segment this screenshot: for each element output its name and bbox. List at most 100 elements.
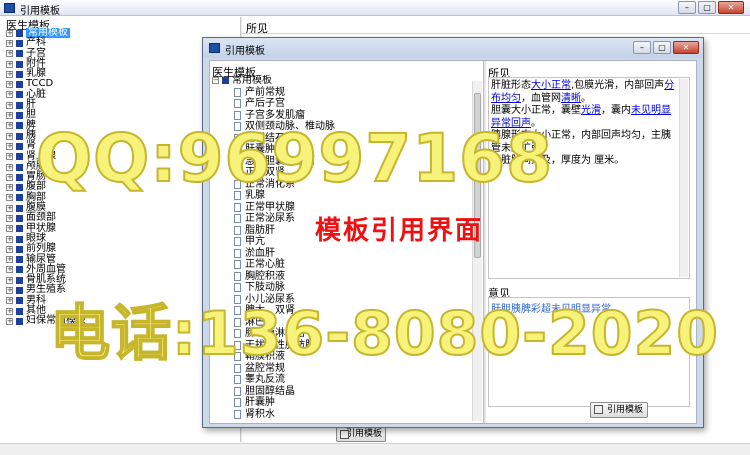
main-use-template-button[interactable]: 引用模板	[336, 427, 386, 442]
tree-item[interactable]: + 甲状腺	[6, 223, 86, 234]
expand-icon[interactable]: +	[6, 297, 13, 305]
collapse-icon[interactable]: −	[212, 77, 219, 85]
dialog-tree-item[interactable]: 睾丸反流	[212, 374, 470, 386]
book-icon	[16, 317, 23, 325]
dialog-tree-item[interactable]: 肾积水	[212, 409, 470, 421]
findings-text: 肝脏形态	[491, 80, 531, 91]
dialog-tree-item-label: 正常甲状腺	[245, 201, 295, 213]
expand-icon[interactable]: +	[6, 122, 13, 130]
book-icon	[16, 287, 23, 295]
dialog-title: 引用模板	[225, 46, 265, 57]
tree-item[interactable]: + 子宫	[6, 48, 86, 59]
expand-icon[interactable]: +	[6, 307, 13, 315]
expand-icon[interactable]: +	[6, 317, 13, 325]
document-icon	[234, 375, 241, 385]
book-icon	[16, 142, 23, 150]
expand-icon[interactable]: +	[6, 245, 13, 253]
dialog-close-button[interactable]: ✕	[673, 41, 699, 54]
findings-scrollbar[interactable]	[679, 79, 688, 277]
findings-option-link[interactable]: 大小正常	[531, 80, 571, 91]
book-icon	[16, 50, 23, 58]
template-icon	[594, 405, 603, 414]
tree-item[interactable]: + 前列腺	[6, 243, 86, 254]
expand-icon[interactable]: +	[6, 60, 13, 68]
tree-item[interactable]: + TCCD	[6, 79, 86, 89]
app-icon	[4, 3, 15, 13]
expand-icon[interactable]: +	[6, 50, 13, 58]
expand-icon[interactable]: +	[6, 235, 13, 243]
book-icon	[16, 173, 23, 181]
expand-icon[interactable]: +	[6, 29, 13, 37]
expand-icon[interactable]: +	[6, 287, 13, 295]
tree-item[interactable]: + 附件	[6, 58, 86, 69]
expand-icon[interactable]: +	[6, 91, 13, 99]
book-icon	[16, 112, 23, 120]
expand-icon[interactable]: +	[6, 256, 13, 264]
dialog-minimize-button[interactable]: –	[633, 41, 651, 54]
dialog-tree-item-label: 肾积水	[245, 408, 275, 420]
dialog-use-template-button[interactable]: 引用模板	[590, 402, 648, 418]
expand-icon[interactable]: +	[6, 173, 13, 181]
tree-item[interactable]: + 常用模板	[6, 27, 86, 39]
dialog-tree-item-label: 脂肪肝	[245, 224, 275, 236]
expand-icon[interactable]: +	[6, 225, 13, 233]
expand-icon[interactable]: +	[6, 204, 13, 212]
findings-text: ,包膜光滑，内部回声	[571, 80, 665, 91]
document-icon	[234, 99, 241, 109]
document-icon	[234, 409, 241, 419]
book-icon	[16, 132, 23, 140]
tree-item[interactable]: + 肝	[6, 99, 86, 110]
maximize-button[interactable]: ▢	[698, 1, 716, 14]
book-icon	[16, 214, 23, 222]
dialog-tree-item[interactable]: 产后子宫	[212, 98, 470, 110]
findings-option-link[interactable]: 光滑	[581, 105, 601, 116]
expand-icon[interactable]: +	[6, 266, 13, 274]
tree-item[interactable]: + 心脏	[6, 89, 86, 100]
expand-icon[interactable]: +	[6, 184, 13, 192]
document-icon	[234, 87, 241, 97]
expand-icon[interactable]: +	[6, 153, 13, 161]
expand-icon[interactable]: +	[6, 276, 13, 284]
document-icon	[234, 214, 241, 224]
dialog-use-template-label: 引用模板	[606, 405, 643, 415]
expand-icon[interactable]: +	[6, 101, 13, 109]
expand-icon[interactable]: +	[6, 214, 13, 222]
dialog-tree-item[interactable]: 胸腔积液	[212, 271, 470, 283]
status-bar	[0, 443, 750, 455]
dialog-tree-item-label: 胸腔积液	[245, 270, 285, 282]
dialog-maximize-button[interactable]: ▢	[653, 41, 671, 54]
dialog-tree-item[interactable]: 胆固醇结晶	[212, 386, 470, 398]
minimize-button[interactable]: –	[678, 1, 696, 14]
main-titlebar: 引用模板 – ▢ ✕	[0, 0, 750, 17]
expand-icon[interactable]: +	[6, 39, 13, 47]
dialog-titlebar[interactable]: 引用模板 – ▢ ✕	[203, 38, 703, 58]
expand-icon[interactable]: +	[6, 132, 13, 140]
dialog-tree-root[interactable]: − 常用模板	[212, 75, 470, 87]
book-icon	[16, 122, 23, 130]
dialog-tree-item[interactable]: 产前常规	[212, 87, 470, 99]
close-button[interactable]: ✕	[718, 1, 744, 14]
dialog-tree-item[interactable]: 肝囊肿	[212, 397, 470, 409]
book-icon	[16, 81, 23, 89]
expand-icon[interactable]: +	[6, 163, 13, 171]
document-icon	[234, 260, 241, 270]
expand-icon[interactable]: +	[6, 194, 13, 202]
expand-icon[interactable]: +	[6, 70, 13, 78]
tree-item[interactable]: + 产科	[6, 37, 86, 48]
dialog-tree-item[interactable]: 淤血肝	[212, 248, 470, 260]
dialog-tree-item-label: 产前常规	[245, 86, 285, 98]
book-icon	[16, 276, 23, 284]
dialog-tree-item-label: 肝囊肿	[245, 397, 275, 408]
book-icon	[16, 235, 23, 243]
dialog-tree-item[interactable]: 正常心脏	[212, 259, 470, 271]
book-icon	[16, 101, 23, 109]
document-icon	[234, 237, 241, 247]
expand-icon[interactable]: +	[6, 112, 13, 120]
main-divider	[242, 33, 750, 34]
findings-paragraph: 肝脏形态大小正常,包膜光滑，内部回声分布均匀，血管网清晰。	[491, 80, 677, 105]
findings-option-link[interactable]: 清晰	[561, 93, 581, 104]
expand-icon[interactable]: +	[6, 142, 13, 150]
expand-icon[interactable]: +	[6, 81, 13, 89]
book-icon	[16, 256, 23, 264]
book-icon	[16, 163, 23, 171]
